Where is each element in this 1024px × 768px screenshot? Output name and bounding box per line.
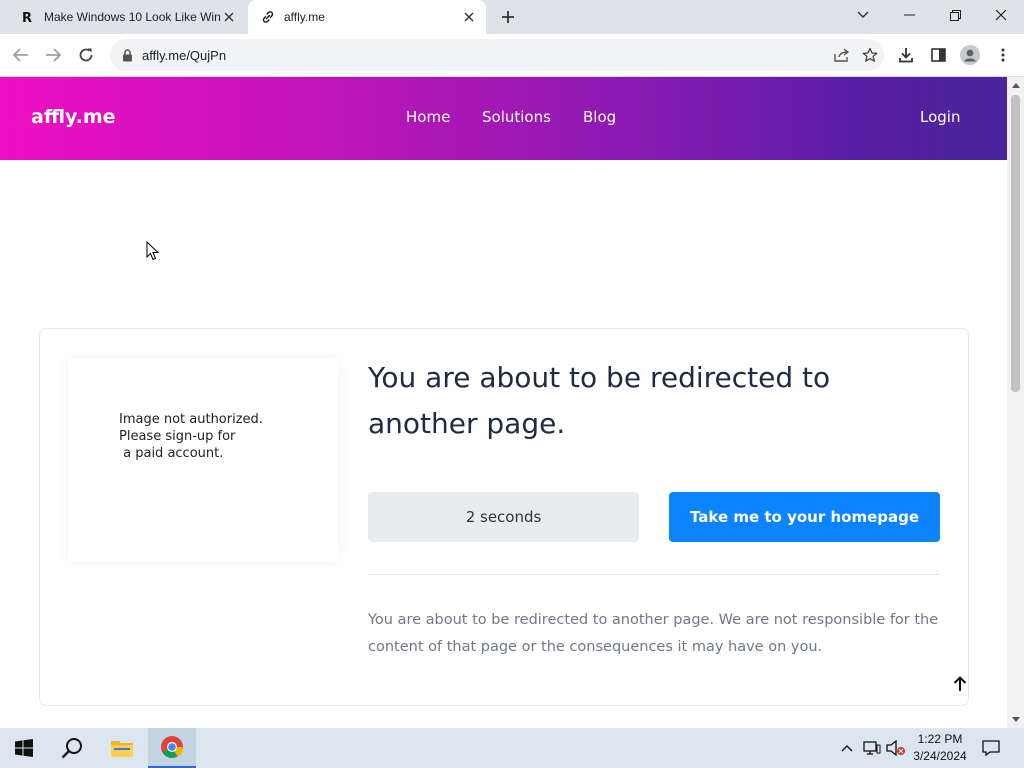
link-favicon-icon (260, 9, 276, 25)
tab-title: affly.me (284, 10, 325, 24)
back-arrow-icon[interactable] (8, 42, 34, 68)
browser-toolbar: affly.me/QujPn (0, 34, 1024, 77)
redirect-card: Image not authorized. Please sign-up for… (39, 328, 969, 706)
reload-icon[interactable] (73, 42, 99, 68)
url-text[interactable]: affly.me/QujPn (142, 48, 828, 63)
scrollbar-thumb[interactable] (1011, 95, 1020, 392)
lock-icon[interactable] (120, 48, 134, 62)
close-icon[interactable] (460, 8, 478, 26)
tab-strip: R Make Windows 10 Look Like Win affly.me (0, 0, 1024, 34)
image-not-authorized-text: Image not authorized. Please sign-up for… (119, 412, 263, 461)
chevron-up-icon[interactable] (837, 738, 857, 758)
forward-arrow-icon[interactable] (40, 42, 66, 68)
clock-date: 3/24/2024 (913, 749, 967, 763)
new-tab-button[interactable] (496, 5, 520, 29)
close-window-button[interactable] (978, 0, 1024, 30)
bookmark-star-icon[interactable] (856, 41, 884, 69)
r-favicon-icon: R (20, 9, 36, 25)
file-explorer-icon[interactable] (98, 728, 146, 768)
scroll-down-arrow-icon[interactable] (1011, 715, 1020, 724)
chrome-icon[interactable] (148, 728, 196, 768)
menu-kebab-icon[interactable] (990, 42, 1016, 68)
arrow-up-icon (953, 676, 967, 691)
windows-start-icon[interactable] (0, 728, 48, 768)
close-icon[interactable] (220, 8, 238, 26)
side-panel-icon[interactable] (925, 42, 951, 68)
windows-taskbar: 1:22 PM 3/24/2024 (0, 728, 1024, 768)
nav-blog[interactable]: Blog (583, 108, 616, 126)
clock-time: 1:22 PM (917, 732, 963, 746)
tab-title: Make Windows 10 Look Like Win (44, 10, 220, 24)
system-clock[interactable]: 1:22 PM 3/24/2024 (905, 731, 975, 765)
nav-solutions[interactable]: Solutions (482, 108, 551, 126)
volume-muted-icon[interactable] (886, 738, 906, 758)
vertical-scrollbar[interactable] (1007, 77, 1024, 728)
site-header: affly.me Home Solutions Blog Login (0, 77, 1007, 160)
tab-affly[interactable]: affly.me (248, 0, 486, 34)
notification-icon[interactable] (981, 738, 1001, 758)
address-bar[interactable]: affly.me/QujPn (110, 39, 884, 71)
countdown-badge: 2 seconds (368, 492, 639, 542)
search-icon[interactable] (48, 728, 96, 768)
scroll-up-arrow-icon[interactable] (1011, 81, 1020, 90)
scroll-to-top-button[interactable] (945, 669, 975, 699)
profile-avatar-icon[interactable] (957, 42, 983, 68)
svg-text:R: R (22, 11, 32, 24)
share-icon[interactable] (828, 41, 856, 69)
divider (368, 574, 939, 575)
nav-login[interactable]: Login (920, 108, 960, 126)
disclaimer-text: You are about to be redirected to anothe… (368, 612, 939, 655)
tab-search-icon[interactable] (840, 0, 886, 30)
mouse-cursor-icon (146, 241, 160, 261)
minimize-button[interactable] (886, 0, 932, 30)
thumbnail-placeholder: Image not authorized. Please sign-up for… (68, 359, 338, 561)
site-logo[interactable]: affly.me (31, 106, 116, 128)
homepage-button[interactable]: Take me to your homepage (669, 492, 940, 542)
nav-home[interactable]: Home (406, 108, 450, 126)
network-icon[interactable] (862, 738, 882, 758)
restore-button[interactable] (932, 0, 978, 30)
download-icon[interactable] (893, 42, 919, 68)
tab-make-windows[interactable]: R Make Windows 10 Look Like Win (8, 0, 246, 34)
redirect-headline: You are about to be redirected to anothe… (368, 361, 831, 440)
page-viewport: affly.me Home Solutions Blog Login Image… (0, 77, 1007, 728)
